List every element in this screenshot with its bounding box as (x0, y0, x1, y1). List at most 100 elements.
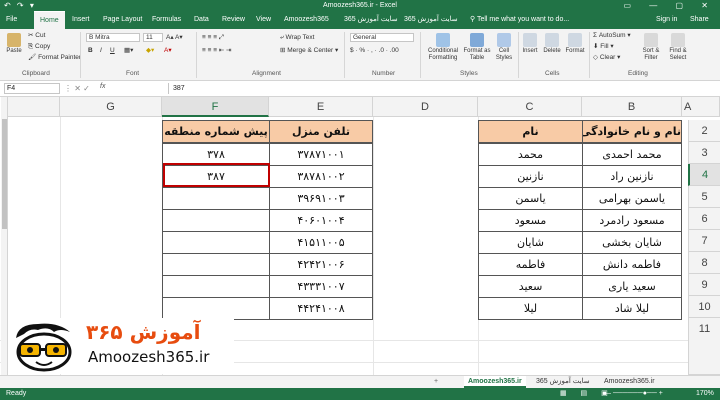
font-grow-shrink[interactable]: A▴ A▾ (166, 33, 183, 42)
fill-button[interactable]: ⬇ Fill ▾ (593, 42, 614, 51)
sign-in-link[interactable]: Sign in (656, 11, 677, 29)
format-painter-button[interactable]: 🖌 Format Painter (28, 53, 81, 62)
cell-home-phone[interactable]: ۴۲۴۲۱۰۰۶ (269, 253, 373, 276)
row-header-11[interactable]: 11 (688, 318, 720, 375)
cell-firstname[interactable]: محمد (478, 143, 583, 166)
column-header-e[interactable]: E (269, 97, 373, 117)
tab-insert[interactable]: Insert (72, 11, 90, 29)
wrap-text-button[interactable]: ⤶ Wrap Text (280, 33, 314, 42)
cell-fullname[interactable]: محمد احمدی (582, 143, 682, 166)
number-tools[interactable]: $ · % · , · .0 · .00 (350, 46, 399, 55)
cell-home-phone[interactable]: ۳۷۸۷۱۰۰۱ (269, 143, 373, 166)
autosum-button[interactable]: Σ AutoSum ▾ (593, 31, 631, 40)
add-sheet-button[interactable]: + (430, 376, 442, 388)
horizontal-align-buttons[interactable]: ≡ ≡ ≡ ⇤ ⇥ (202, 46, 232, 55)
row-header-3[interactable]: 3 (688, 142, 720, 164)
cell-f2-header[interactable]: پیش شماره منطقه (162, 120, 270, 143)
tab-amoozesh365[interactable]: Amoozesh365 (284, 11, 329, 29)
cell-area-code[interactable] (162, 275, 270, 298)
cell-area-code[interactable] (162, 231, 270, 254)
cell-firstname[interactable]: لیلا (478, 297, 583, 320)
row-header-8[interactable]: 8 (688, 252, 720, 274)
italic-button[interactable]: I (100, 46, 102, 55)
tab-data[interactable]: Data (194, 11, 209, 29)
cell-firstname[interactable]: مسعود (478, 209, 583, 232)
format-cells-button[interactable]: Format (564, 33, 586, 55)
bold-button[interactable]: B (88, 46, 93, 55)
borders-button[interactable]: ▦▾ (124, 46, 133, 55)
cell-firstname[interactable]: یاسمن (478, 187, 583, 210)
column-header-blank[interactable] (8, 97, 60, 117)
cell-fullname[interactable]: فاطمه دانش (582, 253, 682, 276)
format-as-table-button[interactable]: Format as Table (462, 33, 492, 62)
cell-firstname[interactable]: نازنین (478, 165, 583, 188)
clear-button[interactable]: ◇ Clear ▾ (593, 53, 620, 62)
font-size-select[interactable]: 11 (143, 33, 163, 42)
tab-page-layout[interactable]: Page Layout (103, 11, 142, 29)
cell-firstname[interactable]: شایان (478, 231, 583, 254)
column-header-d[interactable]: D (373, 97, 478, 117)
fx-icon[interactable]: fx (100, 83, 105, 90)
merge-center-button[interactable]: ⊞ Merge & Center ▾ (280, 46, 338, 55)
sheet-tab-site[interactable]: سایت آموزش 365 (532, 376, 594, 388)
cell-fullname[interactable]: نازنین راد (582, 165, 682, 188)
tell-me-box[interactable]: ⚲ Tell me what you want to do... (470, 11, 569, 29)
scrollbar-thumb[interactable] (2, 119, 7, 229)
tab-review[interactable]: Review (222, 11, 245, 29)
find-select-button[interactable]: Find & Select (666, 33, 690, 62)
row-header-2[interactable]: 2 (688, 120, 720, 142)
formula-bar-buttons[interactable]: ⋮ ✕ ✓ (64, 84, 90, 93)
row-header-6[interactable]: 6 (688, 208, 720, 230)
row-header-10[interactable]: 10 (688, 296, 720, 318)
conditional-formatting-button[interactable]: Conditional Formatting (424, 33, 462, 62)
copy-button[interactable]: ⎘ Copy (28, 42, 50, 51)
cell-fullname[interactable]: مسعود رادمرد (582, 209, 682, 232)
cell-home-phone[interactable]: ۳۸۷۸۱۰۰۲ (269, 165, 373, 188)
cell-styles-button[interactable]: Cell Styles (492, 33, 516, 62)
tab-site-1[interactable]: سایت آموزش 365 (344, 11, 398, 29)
cell-home-phone[interactable]: ۴۳۳۳۱۰۰۷ (269, 275, 373, 298)
window-controls[interactable]: ▭ — ▢ ✕ (624, 0, 717, 11)
zoom-level[interactable]: 170% (696, 388, 714, 400)
column-header-a[interactable]: A (682, 97, 720, 117)
column-header-g[interactable]: G (60, 97, 162, 117)
column-header-b[interactable]: B (582, 97, 682, 117)
column-header-f[interactable]: F (162, 97, 269, 117)
cell-fullname[interactable]: یاسمن بهرامی (582, 187, 682, 210)
vertical-scrollbar[interactable] (1, 97, 8, 375)
row-header-5[interactable]: 5 (688, 186, 720, 208)
vertical-align-buttons[interactable]: ≡ ≡ ≡ ⤢ (202, 33, 224, 42)
font-color-button[interactable]: A▾ (164, 46, 172, 55)
underline-button[interactable]: U (110, 46, 115, 55)
number-format-select[interactable]: General (350, 33, 414, 42)
cell-firstname[interactable]: سعید (478, 275, 583, 298)
cell-home-phone[interactable]: ۴۱۵۱۱۰۰۵ (269, 231, 373, 254)
tab-file[interactable]: File (6, 11, 17, 29)
tab-formulas[interactable]: Formulas (152, 11, 181, 29)
cell-home-phone[interactable]: ۳۹۶۹۱۰۰۳ (269, 187, 373, 210)
row-header-4[interactable]: 4 (688, 164, 720, 186)
cell-e2-header[interactable]: تلفن منزل (269, 120, 373, 143)
cell-fullname[interactable]: لیلا شاد (582, 297, 682, 320)
delete-cells-button[interactable]: Delete (541, 33, 563, 55)
fill-color-button[interactable]: ◆▾ (146, 46, 154, 55)
cell-home-phone[interactable]: ۴۰۶۰۱۰۰۴ (269, 209, 373, 232)
cut-button[interactable]: ✂ Cut (28, 31, 45, 40)
cell-firstname[interactable]: فاطمه (478, 253, 583, 276)
cell-home-phone[interactable]: ۴۴۲۴۱۰۰۸ (269, 297, 373, 320)
cell-area-code[interactable] (162, 209, 270, 232)
row-header-9[interactable]: 9 (688, 274, 720, 296)
font-name-select[interactable]: B Mitra (86, 33, 140, 42)
share-button[interactable]: Share (690, 11, 709, 29)
sort-filter-button[interactable]: Sort & Filter (638, 33, 664, 62)
name-box[interactable]: F4 (4, 83, 60, 94)
cell-fullname[interactable]: سعید یاری (582, 275, 682, 298)
tab-home[interactable]: Home (34, 11, 65, 29)
tab-view[interactable]: View (256, 11, 271, 29)
tab-site-2[interactable]: سایت آموزش 365 (404, 11, 458, 29)
formula-input[interactable]: 387 (168, 83, 713, 94)
cell-area-code[interactable] (162, 297, 270, 320)
paste-button[interactable]: Paste (3, 33, 25, 55)
column-header-c[interactable]: C (478, 97, 582, 117)
sheet-tab-amoozesh365-ir[interactable]: Amoozesh365.ir (464, 376, 526, 388)
